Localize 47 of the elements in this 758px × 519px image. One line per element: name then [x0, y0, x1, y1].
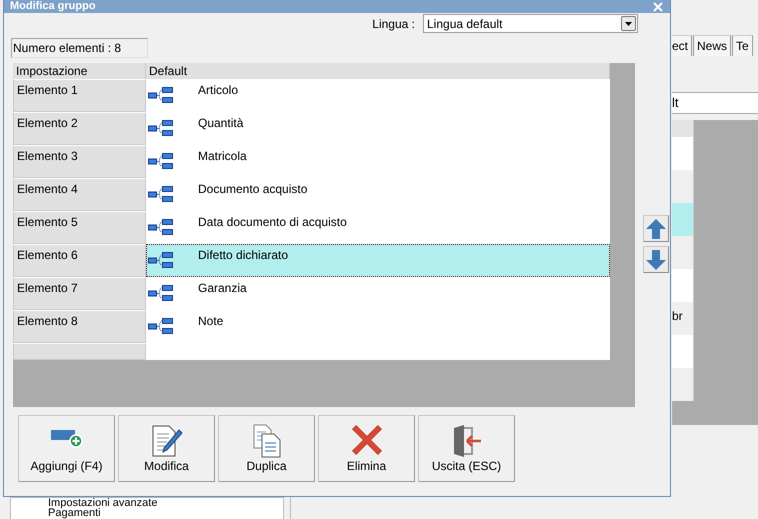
- language-dropdown[interactable]: Lingua default: [423, 14, 638, 33]
- list-row[interactable]: [672, 335, 693, 368]
- hierarchy-icon: [148, 118, 173, 138]
- row-header: Elemento 4: [13, 178, 146, 211]
- tab[interactable]: ect: [672, 35, 692, 56]
- hierarchy-icon: [148, 85, 173, 105]
- element-count: Numero elementi : 8: [11, 38, 148, 58]
- door-exit-icon: [452, 424, 482, 458]
- list-row[interactable]: [672, 137, 693, 170]
- row-header: Elemento 6: [13, 244, 146, 277]
- edit-document-icon: [150, 424, 182, 458]
- delete-icon: [350, 424, 382, 456]
- row-header: Elemento 2: [13, 112, 146, 145]
- exit-button[interactable]: Uscita (ESC): [418, 415, 515, 482]
- copy-icon: [252, 424, 282, 458]
- tab[interactable]: News: [693, 35, 732, 56]
- list-row[interactable]: [672, 368, 693, 401]
- move-down-button[interactable]: [643, 246, 669, 273]
- hierarchy-icon: [148, 316, 173, 336]
- row-header: Elemento 5: [13, 211, 146, 244]
- row-header: Elemento 7: [13, 277, 146, 310]
- row-header: Elemento 3: [13, 145, 146, 178]
- add-button[interactable]: Aggiungi (F4): [18, 415, 115, 482]
- hierarchy-icon: [148, 250, 173, 270]
- table-cell[interactable]: Difetto dichiarato: [146, 244, 610, 277]
- list-row[interactable]: br: [672, 302, 693, 335]
- list-row[interactable]: [672, 170, 693, 203]
- hierarchy-icon: [148, 184, 173, 204]
- hierarchy-icon: [148, 217, 173, 237]
- text-field[interactable]: lt: [672, 92, 758, 114]
- hierarchy-icon: [148, 151, 173, 171]
- tab[interactable]: Te: [732, 35, 753, 56]
- tree-item[interactable]: Impostazioni avanzate: [48, 498, 158, 508]
- tree-item[interactable]: Pagamenti: [48, 508, 101, 518]
- delete-button[interactable]: Elimina: [318, 415, 415, 482]
- down-arrow-icon: [645, 248, 667, 270]
- language-label: Lingua :: [372, 16, 415, 30]
- caret-icon: [625, 22, 632, 26]
- edit-button[interactable]: Modifica: [118, 415, 215, 482]
- hierarchy-icon: [148, 283, 173, 303]
- row-header: Elemento 8: [13, 310, 146, 343]
- close-icon[interactable]: [652, 2, 664, 12]
- window-title: Modifica gruppo: [10, 0, 96, 13]
- move-up-button[interactable]: [643, 215, 669, 242]
- row-header: Elemento 1: [13, 79, 146, 112]
- duplicate-button[interactable]: Duplica: [218, 415, 315, 482]
- up-arrow-icon: [645, 218, 667, 240]
